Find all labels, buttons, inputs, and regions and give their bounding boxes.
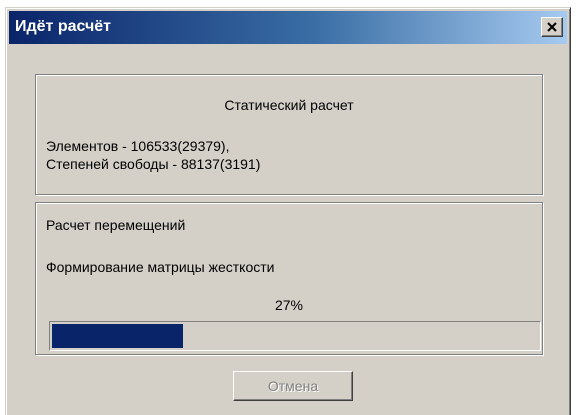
static-calculation-title: Статический расчет xyxy=(224,97,354,113)
progress-dialog: Идёт расчёт Статический расчет Элементов… xyxy=(5,7,571,415)
progress-bar xyxy=(49,321,541,351)
title-bar[interactable]: Идёт расчёт xyxy=(9,11,567,44)
degrees-of-freedom-text: Степеней свободы - 88137(3191) xyxy=(46,156,261,172)
progress-bar-fill xyxy=(52,324,183,348)
calculation-stage-title: Расчет перемещений xyxy=(46,217,186,233)
close-icon xyxy=(547,22,557,32)
static-calculation-panel: Статический расчет Элементов - 106533(29… xyxy=(35,74,543,195)
window-title: Идёт расчёт xyxy=(15,18,112,35)
close-button[interactable] xyxy=(541,17,563,37)
current-operation-text: Формирование матрицы жесткости xyxy=(46,259,275,275)
calculation-progress-panel: Расчет перемещений Формирование матрицы … xyxy=(35,202,543,355)
elements-count-text: Элементов - 106533(29379), xyxy=(46,138,230,154)
progress-percent: 27% xyxy=(274,297,304,313)
cancel-button[interactable]: Отмена xyxy=(233,371,353,401)
